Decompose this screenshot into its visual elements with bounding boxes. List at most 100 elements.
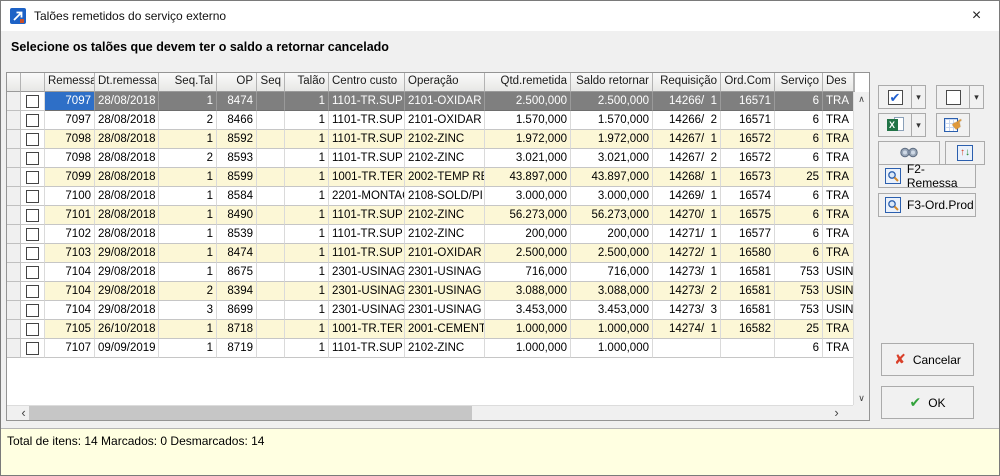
cell-op[interactable]: 8719 bbox=[217, 339, 257, 358]
cell-operacao[interactable]: 2102-ZINC bbox=[405, 339, 485, 358]
cell-servico[interactable]: 6 bbox=[775, 130, 823, 149]
cell-seq_tal[interactable]: 1 bbox=[159, 206, 217, 225]
cell-dt_remessa[interactable]: 28/08/2018 bbox=[95, 149, 159, 168]
export-excel-button[interactable]: X bbox=[878, 113, 912, 137]
cell-op[interactable]: 8599 bbox=[217, 168, 257, 187]
cell-ord_com[interactable]: 16582 bbox=[721, 320, 775, 339]
unmark-all-dropdown[interactable]: ▾ bbox=[969, 85, 984, 109]
table-row[interactable]: 710429/08/20182839412301-USINAG2301-USIN… bbox=[7, 282, 853, 301]
cell-servico[interactable]: 25 bbox=[775, 168, 823, 187]
cell-seq[interactable] bbox=[257, 111, 285, 130]
unmark-all-button[interactable] bbox=[936, 85, 970, 109]
table-row[interactable]: 709928/08/20181859911001-TR.TER2002-TEMP… bbox=[7, 168, 853, 187]
column-header-op[interactable]: OP bbox=[217, 73, 257, 92]
cell-seq[interactable] bbox=[257, 92, 285, 111]
cell-remessa[interactable]: 7101 bbox=[45, 206, 95, 225]
cell-dt_remessa[interactable]: 28/08/2018 bbox=[95, 225, 159, 244]
cell-operacao[interactable]: 2101-OXIDAR bbox=[405, 244, 485, 263]
cell-op[interactable]: 8718 bbox=[217, 320, 257, 339]
cell-descricao[interactable]: USIN bbox=[823, 263, 853, 282]
row-checkbox[interactable] bbox=[26, 323, 39, 336]
cell-talao[interactable]: 1 bbox=[285, 263, 329, 282]
cell-remessa[interactable]: 7102 bbox=[45, 225, 95, 244]
cell-servico[interactable]: 753 bbox=[775, 263, 823, 282]
cell-servico[interactable]: 6 bbox=[775, 206, 823, 225]
column-header-dt_remessa[interactable]: Dt.remessa bbox=[95, 73, 159, 92]
cell-requisicao[interactable]: 14266/ 1 bbox=[653, 92, 721, 111]
cell-ord_com[interactable]: 16575 bbox=[721, 206, 775, 225]
table-row[interactable]: 710709/09/20191871911101-TR.SUP2102-ZINC… bbox=[7, 339, 853, 358]
column-header-servico[interactable]: Serviço bbox=[775, 73, 823, 92]
cell-talao[interactable]: 1 bbox=[285, 92, 329, 111]
cell-saldo_retornar[interactable]: 2.500,000 bbox=[571, 92, 653, 111]
column-header-qtd_remetida[interactable]: Qtd.remetida bbox=[485, 73, 571, 92]
cell-seq[interactable] bbox=[257, 301, 285, 320]
cell-remessa[interactable]: 7104 bbox=[45, 301, 95, 320]
cell-descricao[interactable]: TRA bbox=[823, 130, 853, 149]
export-excel-dropdown[interactable]: ▾ bbox=[911, 113, 926, 137]
cell-requisicao[interactable]: 14273/ 3 bbox=[653, 301, 721, 320]
cell-ord_com[interactable]: 16574 bbox=[721, 187, 775, 206]
cell-operacao[interactable]: 2001-CEMENTA bbox=[405, 320, 485, 339]
cell-remessa[interactable]: 7103 bbox=[45, 244, 95, 263]
table-row[interactable]: 709828/08/20182859311101-TR.SUP2102-ZINC… bbox=[7, 149, 853, 168]
cell-servico[interactable]: 753 bbox=[775, 301, 823, 320]
cell-dt_remessa[interactable]: 28/08/2018 bbox=[95, 111, 159, 130]
cell-qtd_remetida[interactable]: 200,000 bbox=[485, 225, 571, 244]
cell-descricao[interactable]: USIN bbox=[823, 282, 853, 301]
cell-saldo_retornar[interactable]: 3.021,000 bbox=[571, 149, 653, 168]
cell-remessa[interactable]: 7104 bbox=[45, 282, 95, 301]
row-checkbox[interactable] bbox=[26, 304, 39, 317]
cell-op[interactable]: 8592 bbox=[217, 130, 257, 149]
cell-seq[interactable] bbox=[257, 130, 285, 149]
cell-centro_custo[interactable]: 1101-TR.SUP bbox=[329, 339, 405, 358]
cell-op[interactable]: 8584 bbox=[217, 187, 257, 206]
cell-requisicao[interactable]: 14268/ 1 bbox=[653, 168, 721, 187]
cell-seq[interactable] bbox=[257, 244, 285, 263]
cell-saldo_retornar[interactable]: 716,000 bbox=[571, 263, 653, 282]
cell-dt_remessa[interactable]: 29/08/2018 bbox=[95, 244, 159, 263]
row-checkbox[interactable] bbox=[26, 285, 39, 298]
cell-seq[interactable] bbox=[257, 263, 285, 282]
row-checkbox[interactable] bbox=[26, 190, 39, 203]
cell-talao[interactable]: 1 bbox=[285, 225, 329, 244]
cell-operacao[interactable]: 2301-USINAG bbox=[405, 282, 485, 301]
cell-seq[interactable] bbox=[257, 282, 285, 301]
cell-centro_custo[interactable]: 1001-TR.TER bbox=[329, 320, 405, 339]
cell-qtd_remetida[interactable]: 56.273,000 bbox=[485, 206, 571, 225]
cell-op[interactable]: 8593 bbox=[217, 149, 257, 168]
cell-saldo_retornar[interactable]: 1.972,000 bbox=[571, 130, 653, 149]
column-header-saldo_retornar[interactable]: Saldo retornar bbox=[571, 73, 653, 92]
cell-remessa[interactable]: 7098 bbox=[45, 130, 95, 149]
cell-servico[interactable]: 25 bbox=[775, 320, 823, 339]
cancel-button[interactable]: ✘ Cancelar bbox=[881, 343, 974, 376]
cell-centro_custo[interactable]: 1101-TR.SUP bbox=[329, 206, 405, 225]
cell-qtd_remetida[interactable]: 3.021,000 bbox=[485, 149, 571, 168]
cell-remessa[interactable]: 7099 bbox=[45, 168, 95, 187]
table-row[interactable]: 709728/08/20181847411101-TR.SUP2101-OXID… bbox=[7, 92, 853, 111]
cell-requisicao[interactable]: 14271/ 1 bbox=[653, 225, 721, 244]
column-header-centro_custo[interactable]: Centro custo bbox=[329, 73, 405, 92]
vertical-scrollbar[interactable]: ∧ ∨ bbox=[853, 92, 869, 405]
cell-dt_remessa[interactable]: 28/08/2018 bbox=[95, 130, 159, 149]
cell-operacao[interactable]: 2102-ZINC bbox=[405, 206, 485, 225]
cell-qtd_remetida[interactable]: 3.453,000 bbox=[485, 301, 571, 320]
cell-qtd_remetida[interactable]: 2.500,000 bbox=[485, 92, 571, 111]
cell-descricao[interactable]: TRA bbox=[823, 149, 853, 168]
row-checkbox[interactable] bbox=[26, 152, 39, 165]
cell-talao[interactable]: 1 bbox=[285, 282, 329, 301]
cell-centro_custo[interactable]: 1101-TR.SUP bbox=[329, 92, 405, 111]
cell-descricao[interactable]: TRA bbox=[823, 187, 853, 206]
cell-seq[interactable] bbox=[257, 320, 285, 339]
cell-dt_remessa[interactable]: 29/08/2018 bbox=[95, 282, 159, 301]
row-checkbox[interactable] bbox=[26, 114, 39, 127]
cell-talao[interactable]: 1 bbox=[285, 206, 329, 225]
cell-requisicao[interactable]: 14267/ 1 bbox=[653, 130, 721, 149]
row-checkbox[interactable] bbox=[26, 133, 39, 146]
cell-op[interactable]: 8490 bbox=[217, 206, 257, 225]
ok-button[interactable]: ✔ OK bbox=[881, 386, 974, 419]
cell-servico[interactable]: 6 bbox=[775, 244, 823, 263]
cell-ord_com[interactable]: 16572 bbox=[721, 130, 775, 149]
cell-ord_com[interactable]: 16581 bbox=[721, 282, 775, 301]
cell-seq[interactable] bbox=[257, 225, 285, 244]
